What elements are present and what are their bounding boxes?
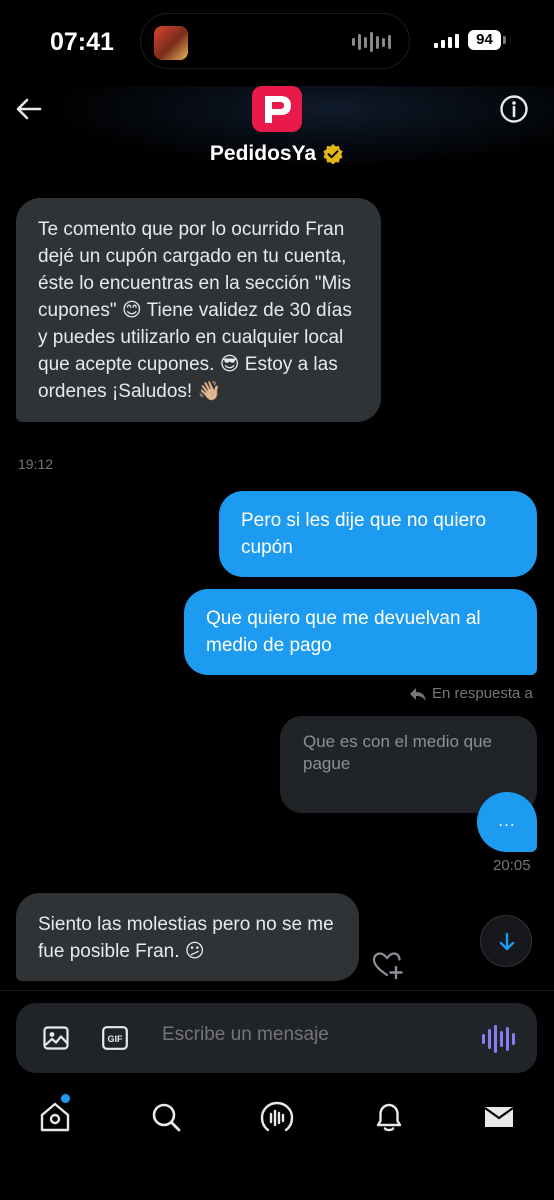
contact-title[interactable]: PedidosYa [200,142,354,166]
heart-plus-icon [372,952,403,980]
message-timestamp: 20:05 [493,857,531,874]
verified-badge-icon [323,144,343,165]
info-icon [500,95,528,123]
composer-box: GIF [16,1003,537,1073]
tab-notifications[interactable] [372,1100,406,1134]
contact-avatar[interactable] [252,86,302,132]
voice-wave-icon [482,1024,515,1054]
mail-icon [484,1107,514,1127]
incoming-message[interactable]: Te comento que por lo ocurrido Fran dejé… [16,198,381,422]
message-input[interactable] [162,1024,462,1046]
dynamic-island[interactable] [140,13,410,69]
pedidosya-logo-icon [265,96,291,123]
incoming-message[interactable]: Siento las molestias pero no se me fue p… [16,893,359,981]
tab-messages[interactable] [482,1100,516,1134]
gif-icon: GIF [102,1026,128,1050]
image-icon [43,1026,69,1050]
audio-wave-icon [352,32,391,52]
search-icon [152,1103,181,1132]
arrow-down-icon [499,932,515,951]
tab-search[interactable] [149,1100,183,1134]
contact-name: PedidosYa [209,142,317,165]
reply-indicator: En respuesta a [409,685,533,702]
battery-indicator: 94 [468,30,501,50]
message-composer: GIF [0,990,554,1082]
scroll-to-bottom-button[interactable] [480,915,532,967]
back-button[interactable] [14,94,44,124]
gif-label: GIF [108,1034,124,1044]
media-button[interactable] [42,1024,70,1052]
battery-tip [503,36,506,44]
reply-label-text: En respuesta a [432,685,533,702]
tab-spaces[interactable] [260,1100,294,1134]
now-playing-thumbnail [154,26,188,60]
cellular-signal-icon [434,34,459,48]
bell-icon [376,1103,402,1132]
reply-arrow-icon [410,687,426,701]
info-button[interactable] [499,94,529,124]
tab-home[interactable] [38,1100,72,1134]
outgoing-message[interactable]: Pero si les dije que no quiero cupón [219,491,537,577]
outgoing-message[interactable]: Que quiero que me devuelvan al medio de … [184,589,537,675]
home-icon [40,1102,70,1132]
status-time: 07:41 [50,28,114,56]
notification-dot [61,1094,70,1103]
voice-message-button[interactable] [482,1024,515,1054]
status-bar: 07:41 94 [0,0,554,86]
spaces-icon [260,1101,294,1132]
arrow-left-icon [16,98,42,120]
add-reaction-button[interactable] [372,950,404,980]
gif-button[interactable]: GIF [102,1026,128,1050]
conversation-header: PedidosYa [0,86,554,178]
outgoing-message[interactable]: ... [477,792,537,852]
message-timestamp: 19:12 [18,456,54,472]
bottom-tab-bar [0,1082,554,1200]
